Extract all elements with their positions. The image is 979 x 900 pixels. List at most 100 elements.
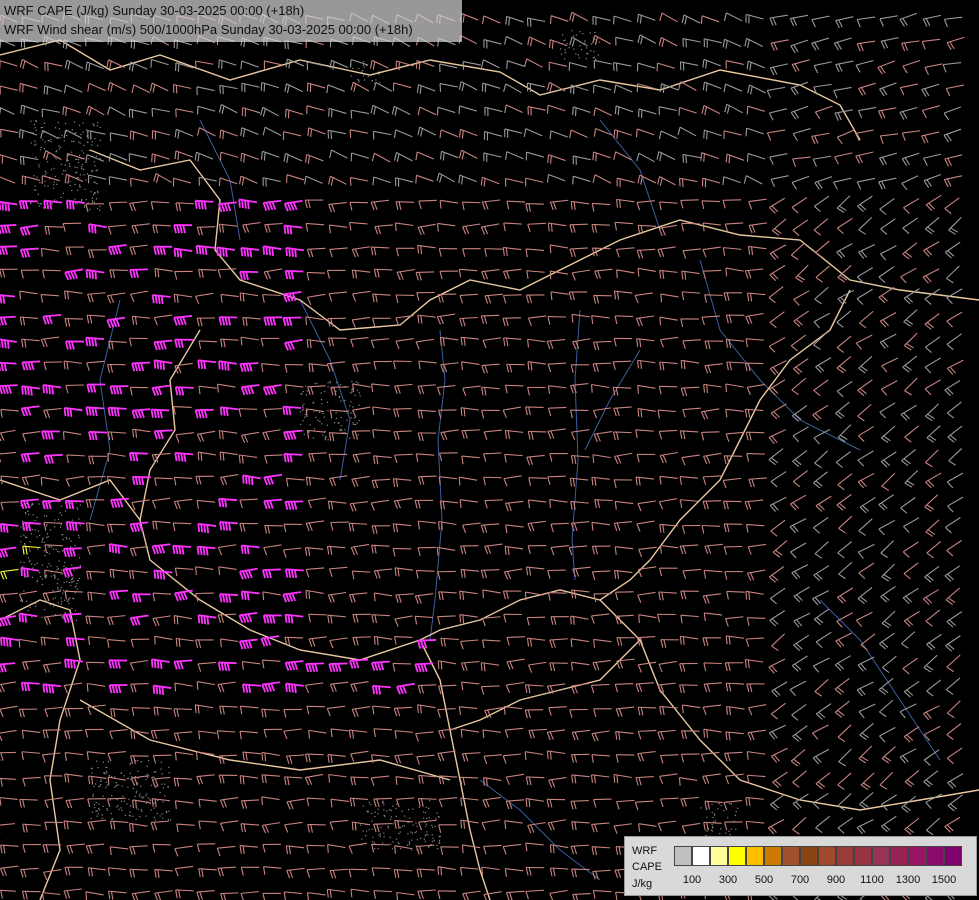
terrain-dot [424,821,426,824]
terrain-dot [304,413,306,415]
terrain-dot [70,581,72,583]
terrain-dot [412,808,414,810]
terrain-dot [389,836,391,838]
terrain-dot [53,187,55,189]
terrain-dot [55,151,57,153]
terrain-dot [47,161,49,163]
terrain-dot [49,546,51,548]
terrain-dot [64,122,67,125]
terrain-dot [344,429,346,431]
terrain-dot [590,43,592,45]
terrain-dot [367,76,369,78]
terrain-dot [302,420,304,422]
terrain-dot [374,848,376,850]
terrain-dot [711,824,713,826]
terrain-dot [396,803,398,805]
terrain-dot [126,778,128,780]
terrain-dot [576,34,578,36]
terrain-dot [360,824,362,826]
terrain-dot [57,568,59,570]
terrain-dot [356,389,358,391]
terrain-dot [380,826,382,829]
terrain-dot [111,818,113,820]
terrain-dot [304,416,306,418]
terrain-dot [42,139,44,141]
terrain-dot [120,772,122,774]
terrain-dot [36,176,38,178]
terrain-dot [585,58,587,60]
terrain-dot [359,395,361,397]
terrain-dot [390,809,392,812]
terrain-dot [75,132,77,134]
terrain-dot [575,53,577,55]
terrain-dot [97,767,99,769]
terrain-dot [423,838,425,840]
legend-swatch [890,846,908,866]
terrain-dot [20,561,22,563]
terrain-dot [93,161,95,163]
terrain-dot [77,177,80,179]
terrain-dot [428,817,430,819]
terrain-dot [129,811,131,813]
terrain-dot [53,574,55,576]
terrain-dot [361,838,363,840]
terrain-dot [140,785,142,787]
terrain-dot [35,605,37,607]
terrain-dot [161,813,163,815]
terrain-dot [582,33,584,35]
terrain-dot [41,578,43,580]
terrain-dot [302,405,304,407]
terrain-dot [35,156,37,158]
terrain-dot [325,437,327,439]
terrain-dot [377,848,379,850]
terrain-dot [57,588,59,590]
terrain-dot [46,533,48,535]
terrain-dot [129,772,131,774]
terrain-dot [579,45,581,47]
terrain-dot [71,190,73,192]
terrain-dot [27,557,29,559]
terrain-dot [74,592,76,594]
terrain-dot [432,837,434,839]
terrain-dot [70,579,72,581]
terrain-dot [74,610,77,612]
terrain-dot [41,541,43,543]
terrain-dot [170,819,172,821]
legend-tick-labels: 100 300 500 700 900 1100 1300 1500 [674,874,974,888]
terrain-dot [101,817,103,819]
terrain-dot [340,416,342,419]
terrain-dot [595,58,597,60]
legend-swatch [944,846,962,866]
terrain-dot [706,816,708,818]
legend-tick-label: 100 [682,874,702,886]
terrain-dot [395,815,397,817]
terrain-dot [439,835,441,838]
terrain-dot [23,590,25,592]
terrain-dot [78,518,80,520]
terrain-dot [84,205,86,207]
terrain-dot [69,185,71,187]
legend-swatch [908,846,926,866]
legend-swatch [836,846,854,866]
terrain-dot [140,761,142,763]
terrain-dot [31,529,34,531]
terrain-dot [51,546,53,548]
terrain-dot [127,777,130,779]
terrain-dot [67,577,69,579]
terrain-dot [53,184,55,186]
terrain-dot [110,812,112,815]
terrain-dot [78,159,80,161]
terrain-dot [438,835,440,837]
terrain-dot [727,817,729,819]
terrain-dot [408,842,410,844]
terrain-dot [156,812,158,815]
terrain-dot [74,203,76,205]
terrain-dot [45,576,48,578]
terrain-dot [57,578,59,580]
terrain-dot [149,800,152,802]
terrain-dot [306,390,308,392]
terrain-dot [92,170,94,172]
terrain-dot [586,47,588,49]
legend-tick-label: 900 [826,874,846,886]
terrain-dot [317,419,319,421]
